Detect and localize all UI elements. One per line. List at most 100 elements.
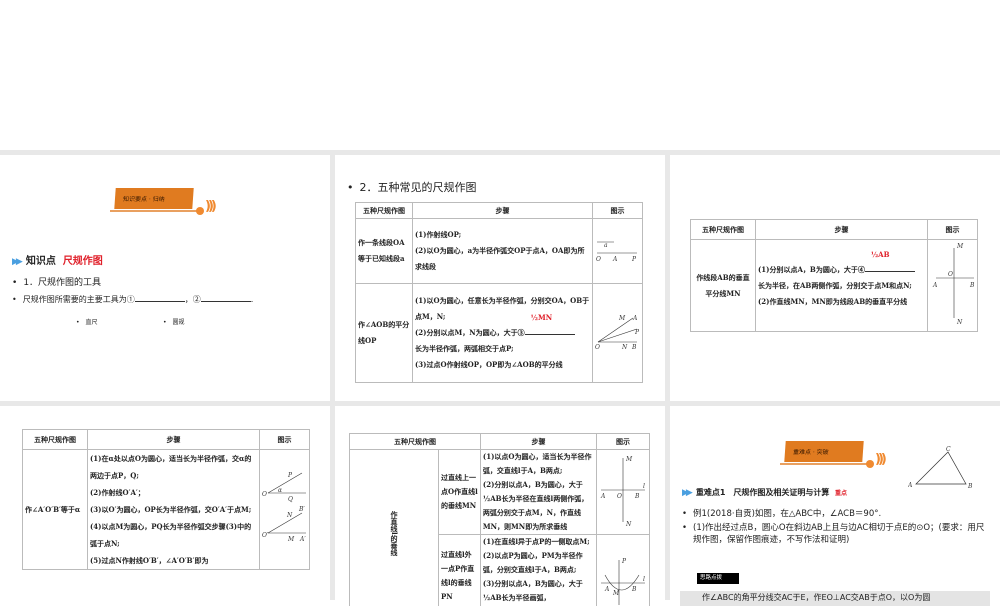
answer-3: ½MN (531, 314, 552, 322)
banner-dot (196, 207, 204, 215)
question-1: (1)作出经过点B，圆心O在斜边AB上且与边AC相切于点E的⊙O；(要求：用尺规… (682, 522, 988, 546)
group-cell: 作直线l的垂线 (350, 450, 439, 606)
step: (2)以O为圆心，a为半径作弧交OP于点A，OA即为所求线段 (415, 243, 590, 275)
diagram-label: A (632, 315, 638, 322)
step: (1)分别以点A，B为圆心，大于④½AB (758, 262, 925, 278)
steps-cell: (1)作射线OP;(2)以O为圆心，a为半径作弧交OP于点A，OA即为所求线段 (413, 219, 593, 284)
diagram-label: C (946, 446, 951, 453)
diagram-label: P (621, 558, 627, 565)
signal-waves-icon: ))) (205, 199, 214, 214)
slide-thumbnail-6[interactable]: 重难点 · 突破 ))) CAB ▶▶重难点1 尺规作图及相关证明与计算 重点 … (670, 406, 1000, 606)
step: (2)作直线MN，MN即为线段AB的垂直平分线 (758, 294, 925, 310)
perpendicular-bisector-diagram: M O A B N (930, 240, 975, 325)
diagram-label: B (631, 586, 637, 593)
perpendicular-through-point-on-line-diagram: MAOBlN (599, 452, 647, 527)
diagram-label: M (618, 315, 626, 322)
type-cell: 作∠AOB的平分线OP (356, 284, 413, 383)
step: (1)在α处以点O为圆心，适当长为半径作弧，交α的两边于点P，Q; (90, 450, 257, 484)
type-cell: 过直线上一点O作直线l的垂线MN (439, 450, 481, 535)
key-point-heading: ▶▶重难点1 尺规作图及相关证明与计算 重点 (682, 487, 847, 498)
construction-table: 五种尺规作图步骤图示 作线段AB的垂直平分线MN (1)分别以点A，B为圆心，大… (690, 219, 978, 332)
diagram-label: N (956, 319, 963, 325)
perpendicular-from-external-point-diagram: PAMBl (599, 535, 647, 606)
question-1-text: (1)作出经过点B，圆心O在斜边AB上且与边AC相切于点E的⊙O；(要求：用尺规… (693, 522, 988, 546)
steps-cell: (1)分别以点A，B为圆心，大于④½AB长为半径，在AB两侧作弧，分别交于点M和… (756, 240, 928, 332)
answer-blank-4: ½AB (865, 263, 915, 272)
type-cell: 作线段AB的垂直平分线MN (691, 240, 756, 332)
answer-1: 直尺 (76, 317, 98, 326)
diagram-label: A (932, 282, 938, 289)
heading-prefix: 知识点 (26, 256, 56, 267)
banner-line (110, 210, 200, 212)
figure-cell: aOAP (593, 219, 643, 284)
diagram-label: O (617, 493, 622, 500)
diagram-label: B (969, 282, 975, 289)
header-steps: 步骤 (413, 203, 593, 219)
slide-thumbnail-4[interactable]: 五种尺规作图步骤图示 作∠A′O′B′等于α (1)在α处以点O为圆心，适当长为… (0, 406, 330, 606)
figure-cell: PAMBl (597, 535, 650, 606)
step: (3)以O′为圆心，OP长为半径作弧，交O′A′于点M; (90, 501, 257, 518)
header-steps: 步骤 (88, 430, 260, 450)
diagram-label: A (908, 482, 913, 489)
q-text: 尺规作图所需要的主要工具为① (23, 295, 135, 304)
step: (4)以点M为圆心，PQ长为半径作弧交步骤(3)中的弧于点N; (90, 518, 257, 552)
diagram-label: α (278, 487, 282, 494)
figure-cell: MAOBlN (597, 450, 650, 535)
diagram-label: P (287, 472, 293, 479)
diagram-label: B (631, 344, 637, 350)
type-cell: 作∠A′O′B′等于α (23, 450, 88, 570)
step: (1)以O为圆心，任意长为半径作弧，分别交OA，OB于点M，N; (415, 293, 590, 325)
hint-label[interactable]: 思路点拨 (697, 573, 739, 584)
key-tag: 重点 (835, 490, 847, 497)
step: (2)分别以点A，B为圆心，大于½AB长为半径在直线l两侧作弧，两弧分别交于点M… (483, 478, 594, 534)
header-figure: 图示 (593, 203, 643, 219)
answer-blank-3: ½MN (525, 326, 575, 335)
diagram-label: N (625, 521, 632, 527)
header-type: 五种尺规作图 (23, 430, 88, 450)
banner-line (780, 463, 870, 465)
diagram-label: A (600, 493, 606, 500)
diagram-label: Q (288, 496, 293, 503)
step: 长为半径作弧，两弧相交于点P; (415, 341, 590, 357)
copy-angle-diagram: POαQNB′O′MA′ (262, 467, 307, 547)
slide-thumbnail-2[interactable]: 2．五种常见的尺规作图 五种尺规作图步骤图示 作一条线段OA等于已知线段a (1… (335, 155, 665, 401)
diagram-label: O′ (262, 532, 269, 539)
diagram-label: B′ (298, 506, 305, 513)
diagram-label: l (643, 576, 645, 583)
q-end: . (251, 295, 254, 304)
slide-thumbnail-5[interactable]: 五种尺规作图步骤图示 作直线l的垂线过直线上一点O作直线l的垂线MN (1)以点… (335, 406, 665, 606)
diagram-label: A (604, 586, 610, 593)
signal-waves-icon: ))) (875, 452, 884, 467)
diagram-label: M (287, 536, 295, 543)
slide-thumbnail-3[interactable]: 五种尺规作图步骤图示 作线段AB的垂直平分线MN (1)分别以点A，B为圆心，大… (670, 155, 1000, 401)
step: (1)作射线OP; (415, 227, 590, 243)
diagram-label: O (596, 256, 601, 263)
answer-4: ½AB (871, 251, 890, 259)
diagram-label: B (634, 493, 640, 500)
steps-cell: (1)以点O为圆心，适当长为半径作弧，交直线l于A，B两点;(2)分别以点A，B… (480, 450, 596, 535)
construction-table: 五种尺规作图步骤图示 作一条线段OA等于已知线段a (1)作射线OP;(2)以O… (355, 202, 643, 383)
double-arrow-icon: ▶▶ (682, 488, 690, 498)
segment-diagram: aOAP (595, 233, 640, 263)
diagram-label: O (948, 271, 953, 278)
slide-title: 2．五种常见的尺规作图 (347, 179, 477, 195)
step: (3)过点O作射线OP，OP即为∠AOB的平分线 (415, 357, 590, 373)
diagram-label: N (286, 512, 293, 519)
steps-cell: (1)在α处以点O为圆心，适当长为半径作弧，交α的两边于点P，Q;(2)作射线O… (88, 450, 260, 570)
slide-thumbnail-1[interactable]: 知识要点 · 归纳 ))) ▶▶知识点 尺规作图 1．尺规作图的工具 尺规作图所… (0, 155, 330, 401)
bullet-tools-question: 尺规作图所需要的主要工具为①，②. (12, 293, 253, 305)
step: (1)以点O为圆心，适当长为半径作弧，交直线l于A，B两点; (483, 450, 594, 478)
answer-2: 圆规 (163, 317, 185, 326)
slide-grid: 知识要点 · 归纳 ))) ▶▶知识点 尺规作图 1．尺规作图的工具 尺规作图所… (0, 150, 1000, 600)
header-figure: 图示 (928, 220, 978, 240)
hint-text: 作∠ABC的角平分线交AC于E，作EO⊥AC交AB于点O，以O为圆 (680, 591, 990, 606)
diagram-label: M (956, 243, 964, 250)
step: (2)分别以点M，N为圆心，大于③½MN (415, 325, 590, 341)
diagram-label: A (612, 256, 618, 263)
diagram-label: M (625, 456, 633, 463)
banner-dot (866, 460, 874, 468)
double-arrow-icon: ▶▶ (12, 257, 20, 267)
bullet-tools-title: 1．尺规作图的工具 (12, 275, 101, 288)
answer-blank-1 (135, 293, 185, 302)
steps-cell: (1)在直线l异于点P的一侧取点M;(2)以点P为圆心，PM为半径作弧，分别交直… (480, 535, 596, 606)
